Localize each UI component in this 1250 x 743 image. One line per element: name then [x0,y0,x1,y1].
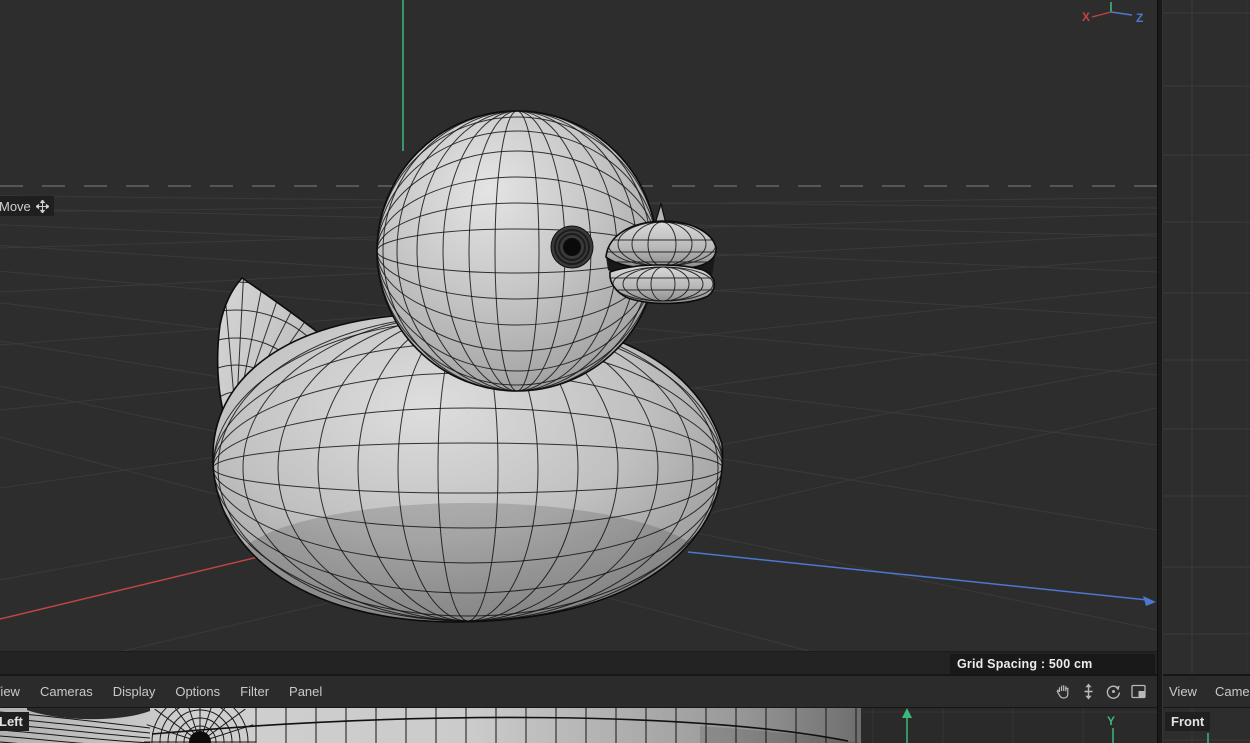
pan-hand-icon[interactable] [1051,682,1076,702]
side-viewport-grid [1163,0,1250,675]
front-viewport-label: Front [1165,712,1210,731]
menu-view[interactable]: View [0,684,20,699]
dolly-icon[interactable] [1076,682,1101,702]
viewport-divider [0,674,1250,676]
menu-divider [0,707,1250,708]
menu-options[interactable]: Options [175,684,220,699]
rotate-icon[interactable] [1101,682,1126,702]
menu-panel[interactable]: Panel [289,684,322,699]
left-viewport[interactable]: Y Left [0,708,1157,743]
front-viewport-menu-bar: View Cameras [1163,676,1250,707]
application-window: Move X Z Grid Spacing : 500 cm [0,0,1250,743]
side-viewport-partial[interactable] [1163,0,1250,675]
left-axis-gizmo-y-label: Y [1107,714,1115,728]
axis-z-label: Z [1136,11,1143,25]
front-menu-cameras[interactable]: Cameras [1215,684,1250,699]
move-tool-label: Move [0,199,31,214]
menu-filter[interactable]: Filter [240,684,269,699]
viewport-menu-bar: View Cameras Display Options Filter Pane… [0,676,1157,707]
move-tool-tooltip: Move [0,196,54,216]
front-viewport[interactable]: Front [1163,708,1250,743]
menu-display[interactable]: Display [113,684,156,699]
perspective-viewport[interactable]: Move X Z Grid Spacing : 500 cm [0,0,1157,675]
rubber-duck-model[interactable] [98,111,723,627]
vertical-splitter[interactable] [1157,0,1163,743]
front-menu-view[interactable]: View [1169,684,1197,699]
left-view-duck-closeup: Y [0,708,1157,743]
move-icon [36,200,49,213]
grid-spacing-readout: Grid Spacing : 500 cm [950,654,1155,674]
toggle-viewport-icon[interactable] [1126,682,1151,702]
axis-x-label: X [1082,10,1090,24]
menu-cameras[interactable]: Cameras [40,684,93,699]
axis-gizmo: X Z [1079,2,1149,28]
duck-model-scene[interactable] [0,0,1157,675]
left-viewport-label: Left [0,712,29,731]
viewport-status-bar: Grid Spacing : 500 cm [0,651,1157,675]
